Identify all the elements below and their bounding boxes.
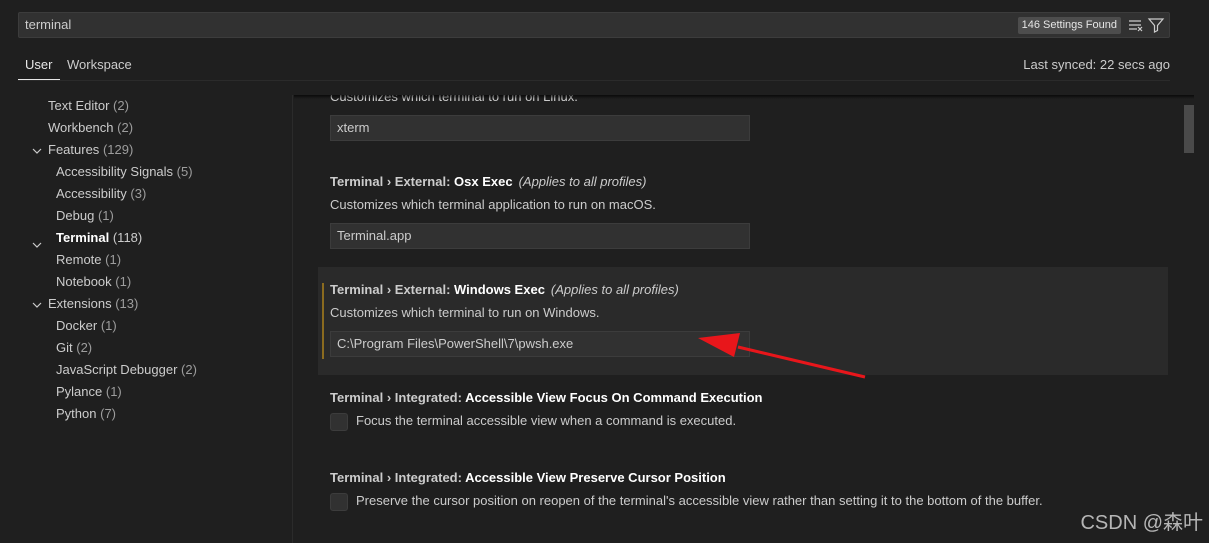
filter-icon[interactable] bbox=[1147, 16, 1165, 34]
setting-title: Terminal › Integrated: Accessible View P… bbox=[330, 470, 726, 485]
setting-windows-exec: Terminal › External: Windows Exec (Applie… bbox=[318, 267, 1168, 375]
chevron-down-icon[interactable] bbox=[32, 240, 42, 250]
scrollbar[interactable] bbox=[1183, 95, 1195, 543]
chevron-down-icon[interactable] bbox=[32, 300, 42, 310]
toc-item-python[interactable]: Python (7) bbox=[56, 403, 116, 425]
settings-list: Customizes which terminal to run on Linu… bbox=[294, 95, 1194, 543]
linux-exec-input[interactable]: xterm bbox=[330, 115, 750, 141]
chevron-down-icon[interactable] bbox=[32, 146, 42, 156]
clear-filter-icon[interactable] bbox=[1127, 16, 1145, 34]
setting-description: Customizes which terminal to run on Wind… bbox=[330, 305, 600, 320]
toc-item-remote[interactable]: Remote (1) bbox=[56, 249, 121, 271]
toc-item-pylance[interactable]: Pylance (1) bbox=[56, 381, 122, 403]
setting-accessible-view-preserve-cursor: Terminal › Integrated: Accessible View P… bbox=[318, 465, 1168, 525]
toc-item-workbench[interactable]: Workbench (2) bbox=[48, 117, 133, 139]
active-tab-indicator bbox=[18, 79, 60, 80]
accessible-view-focus-checkbox[interactable] bbox=[330, 413, 348, 431]
watermark: CSDN @森叶 bbox=[1080, 512, 1203, 534]
toc-item-git[interactable]: Git (2) bbox=[56, 337, 92, 359]
toc-item-debug[interactable]: Debug (1) bbox=[56, 205, 114, 227]
setting-description: Focus the terminal accessible view when … bbox=[356, 413, 737, 428]
toc-item-notebook[interactable]: Notebook (1) bbox=[56, 271, 131, 293]
setting-osx-exec: Terminal › External: Osx Exec (Applies to… bbox=[318, 167, 1168, 257]
setting-description: Customizes which terminal application to… bbox=[330, 197, 656, 212]
search-input[interactable]: terminal bbox=[25, 17, 71, 32]
setting-title: Terminal › External: Windows Exec (Applie… bbox=[330, 282, 679, 297]
settings-search-box[interactable]: terminal 146 Settings Found bbox=[18, 12, 1170, 38]
toc-item-text-editor[interactable]: Text Editor (2) bbox=[48, 95, 129, 117]
toc-item-docker[interactable]: Docker (1) bbox=[56, 315, 117, 337]
setting-title: Terminal › Integrated: Accessible View F… bbox=[330, 390, 763, 405]
scrollbar-thumb[interactable] bbox=[1184, 105, 1194, 153]
setting-accessible-view-focus: Terminal › Integrated: Accessible View F… bbox=[318, 385, 1168, 445]
toc-item-features[interactable]: Features (129) bbox=[48, 139, 133, 161]
osx-exec-input[interactable]: Terminal.app bbox=[330, 223, 750, 249]
results-count-badge: 146 Settings Found bbox=[1017, 17, 1121, 34]
toc-item-terminal[interactable]: Terminal (118) bbox=[56, 227, 142, 249]
setting-linux-exec: Customizes which terminal to run on Linu… bbox=[318, 95, 1168, 147]
toc-item-accessibility[interactable]: Accessibility (3) bbox=[56, 183, 146, 205]
scroll-shadow bbox=[294, 95, 1194, 99]
setting-description: Preserve the cursor position on reopen o… bbox=[356, 493, 1043, 508]
last-synced-status: Last synced: 22 secs ago bbox=[1023, 57, 1170, 72]
windows-exec-input[interactable]: C:\Program Files\PowerShell\7\pwsh.exe bbox=[330, 331, 750, 357]
setting-title: Terminal › External: Osx Exec (Applies to… bbox=[330, 174, 647, 189]
tab-workspace[interactable]: Workspace bbox=[67, 57, 132, 72]
settings-toc: Text Editor (2) Workbench (2) Features (… bbox=[0, 95, 293, 543]
toc-item-accessibility-signals[interactable]: Accessibility Signals (5) bbox=[56, 161, 193, 183]
settings-scope-tabs: User Workspace Last synced: 22 secs ago bbox=[18, 50, 1170, 81]
preserve-cursor-checkbox[interactable] bbox=[330, 493, 348, 511]
tab-user[interactable]: User bbox=[25, 57, 52, 72]
toc-item-extensions[interactable]: Extensions (13) bbox=[48, 293, 138, 315]
toc-item-javascript-debugger[interactable]: JavaScript Debugger (2) bbox=[56, 359, 197, 381]
focused-setting-indicator bbox=[322, 283, 324, 359]
